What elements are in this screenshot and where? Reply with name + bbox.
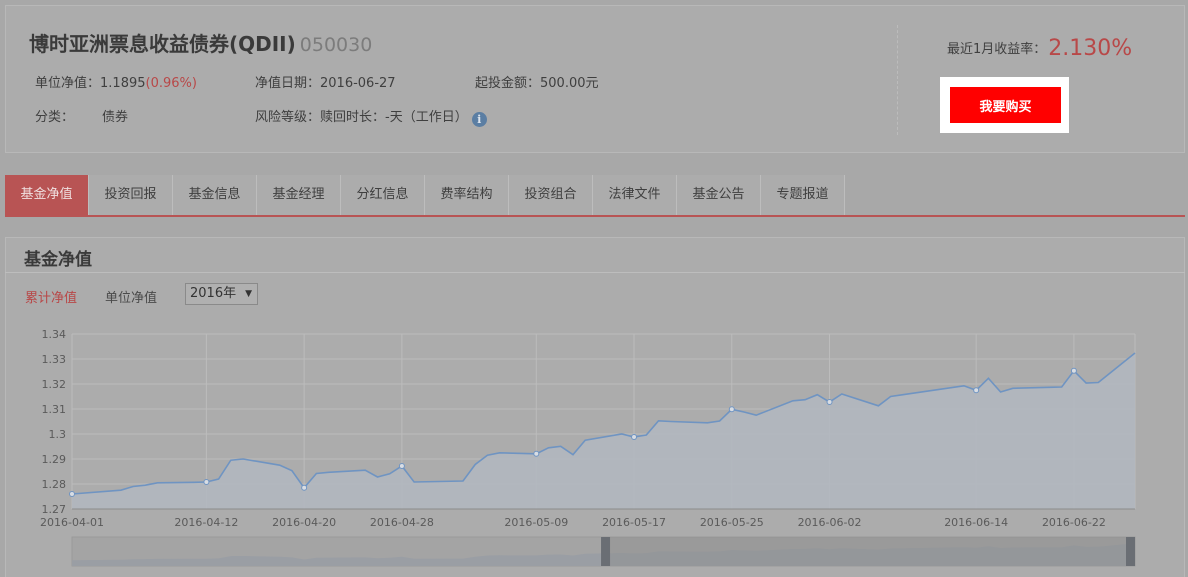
data-point	[826, 399, 833, 405]
data-point	[301, 484, 308, 491]
x-tick-label: 2016-04-28	[370, 516, 434, 529]
y-tick-label: 1.32	[42, 378, 67, 391]
y-tick-label: 1.34	[42, 328, 67, 341]
x-tick-label: 2016-05-09	[504, 516, 568, 529]
data-point	[69, 491, 75, 497]
navigator-left-handle[interactable]	[601, 537, 611, 566]
y-tick-label: 1.31	[42, 403, 67, 416]
x-tick-label: 2016-06-14	[944, 516, 1008, 529]
data-point	[728, 406, 735, 413]
nav-area	[72, 353, 1135, 509]
navigator-selection	[606, 537, 1131, 566]
y-tick-label: 1.33	[42, 353, 67, 366]
x-tick-label: 2016-06-02	[798, 516, 862, 529]
data-point	[203, 479, 210, 485]
y-tick-label: 1.29	[42, 453, 67, 466]
y-tick-label: 1.28	[42, 478, 67, 491]
x-tick-label: 2016-05-25	[700, 516, 764, 529]
x-tick-label: 2016-04-12	[174, 516, 238, 529]
x-tick-label: 2016-04-20	[272, 516, 336, 529]
y-tick-label: 1.3	[49, 428, 67, 441]
data-point	[398, 463, 405, 469]
data-point	[533, 450, 540, 457]
x-tick-label: 2016-06-22	[1042, 516, 1106, 529]
x-tick-label: 2016-05-17	[602, 516, 666, 529]
navigator-right-handle[interactable]	[1126, 537, 1135, 566]
nav-line-chart: 1.27 1.28 1.29 1.3 1.31 1.32 1.33 1.34 2016-04-0…	[40, 328, 1136, 567]
x-tick-label: 2016-04-01	[40, 516, 104, 529]
y-tick-label: 1.27	[42, 503, 67, 516]
data-point	[1070, 367, 1077, 374]
data-point	[631, 434, 638, 440]
data-point	[973, 387, 980, 394]
